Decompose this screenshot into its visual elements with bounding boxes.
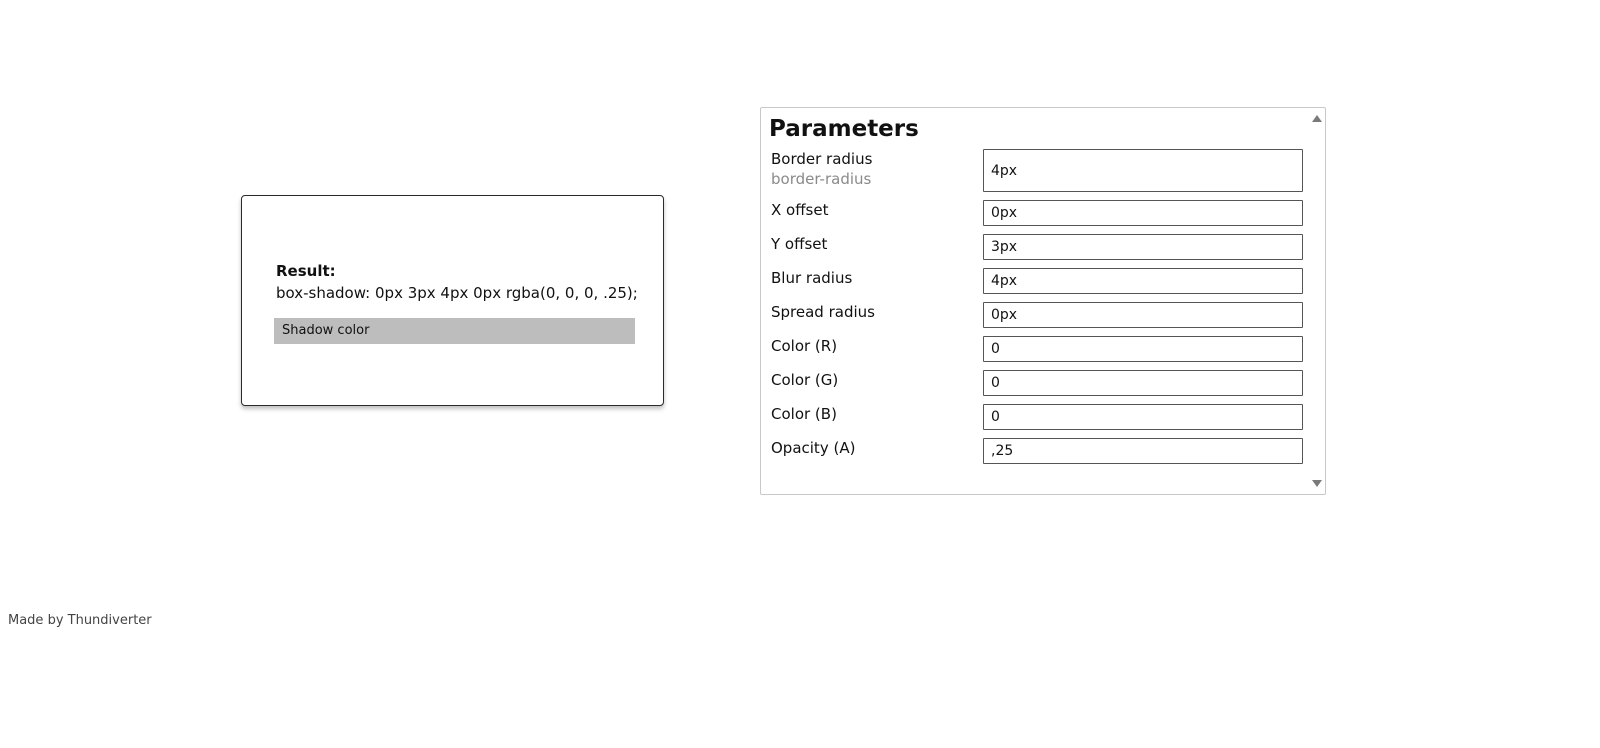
x-offset-input[interactable] (983, 200, 1303, 226)
border-radius-input[interactable] (983, 149, 1303, 192)
parameters-panel: Parameters Border radius border-radius X… (760, 107, 1326, 495)
preview-card: Result: box-shadow: 0px 3px 4px 0px rgba… (241, 195, 664, 406)
color-b-input[interactable] (983, 404, 1303, 430)
param-label-x-offset: X offset (771, 201, 829, 219)
page: Result: box-shadow: 0px 3px 4px 0px rgba… (0, 0, 1600, 748)
opacity-input[interactable] (983, 438, 1303, 464)
param-label-border-radius: Border radius (771, 150, 873, 168)
param-label-opacity: Opacity (A) (771, 439, 856, 457)
param-label-color-r: Color (R) (771, 337, 838, 355)
spread-radius-input[interactable] (983, 302, 1303, 328)
param-label-y-offset: Y offset (771, 235, 828, 253)
result-label: Result: (276, 262, 336, 280)
scroll-down-icon[interactable] (1312, 480, 1322, 487)
param-label-blur-radius: Blur radius (771, 269, 853, 287)
color-g-input[interactable] (983, 370, 1303, 396)
blur-radius-input[interactable] (983, 268, 1303, 294)
y-offset-input[interactable] (983, 234, 1303, 260)
param-label-spread-radius: Spread radius (771, 303, 875, 321)
color-r-input[interactable] (983, 336, 1303, 362)
shadow-color-button[interactable]: Shadow color (274, 318, 635, 344)
footer-credit: Made by Thundiverter (8, 613, 152, 628)
param-sublabel-border-radius: border-radius (771, 170, 872, 188)
parameters-title: Parameters (769, 116, 919, 142)
param-label-color-b: Color (B) (771, 405, 837, 423)
param-label-color-g: Color (G) (771, 371, 839, 389)
result-code[interactable]: box-shadow: 0px 3px 4px 0px rgba(0, 0, 0… (276, 284, 638, 302)
scroll-up-icon[interactable] (1312, 115, 1322, 122)
